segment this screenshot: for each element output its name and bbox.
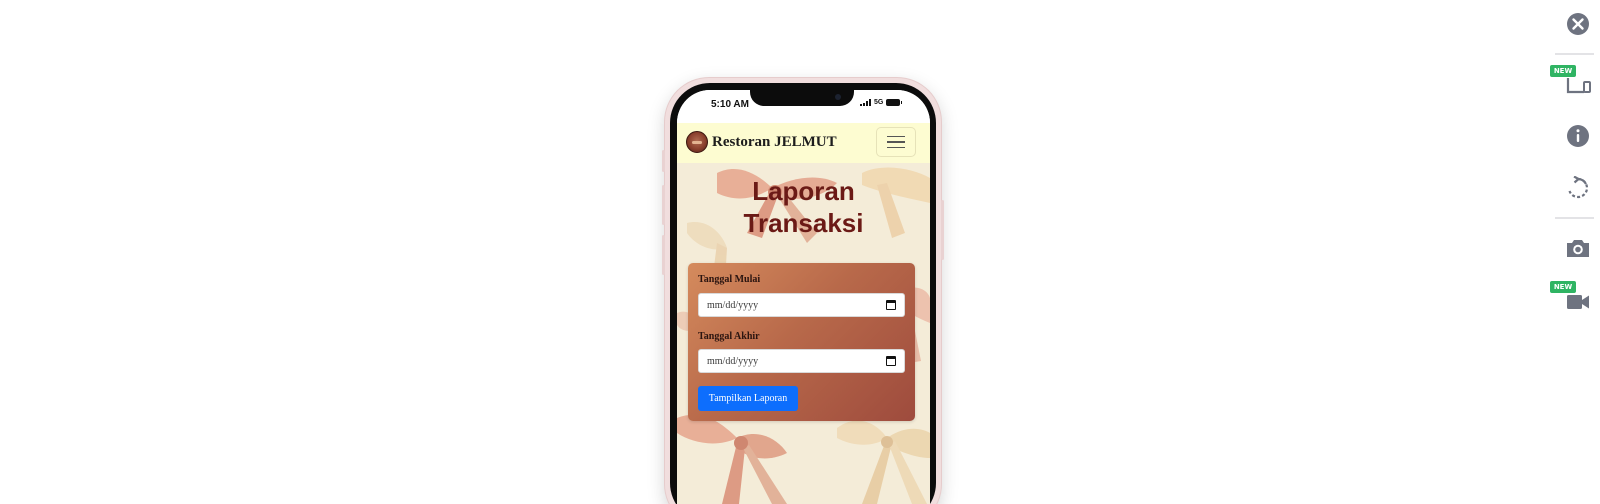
toolbar-divider: [1555, 53, 1594, 55]
end-date-input[interactable]: mm/dd/yyyy: [698, 349, 905, 373]
end-date-placeholder: mm/dd/yyyy: [707, 356, 759, 367]
phone-notch: [750, 90, 854, 106]
navbar-toggler-button[interactable]: [876, 127, 916, 157]
status-indicators: 5G: [860, 99, 903, 106]
phone-screen: 5:10 AM 5G Restoran JELMUT Laporan Trans…: [677, 90, 930, 504]
page-title-line1: Laporan: [752, 176, 855, 206]
calendar-icon[interactable]: [886, 356, 896, 366]
restaurant-logo-icon[interactable]: [686, 131, 708, 153]
status-bar: 5:10 AM 5G: [677, 90, 930, 123]
screenshot-button[interactable]: [1564, 234, 1592, 262]
phone-power-button: [941, 200, 944, 260]
page-title: Laporan Transaksi: [677, 175, 930, 239]
signal-icon: [860, 99, 871, 106]
report-filter-form: Tanggal Mulai mm/dd/yyyy Tanggal Akhir m…: [688, 263, 915, 421]
hamburger-menu-icon: [887, 135, 905, 138]
page-title-line2: Transaksi: [743, 208, 864, 238]
toolbar-divider: [1555, 217, 1594, 219]
phone-side-button: [662, 150, 665, 172]
end-date-label: Tanggal Akhir: [698, 331, 760, 342]
rotate-icon: [1568, 176, 1589, 199]
phone-side-button: [662, 235, 665, 275]
navbar-brand[interactable]: Restoran JELMUT: [712, 134, 837, 151]
device-button[interactable]: [1564, 70, 1592, 98]
info-icon: [1567, 125, 1589, 147]
device-icon: [1566, 78, 1591, 94]
main-content: Laporan Transaksi Tanggal Mulai mm/dd/yy…: [677, 163, 930, 504]
rotate-button[interactable]: [1564, 174, 1592, 202]
front-camera-icon: [835, 94, 841, 100]
video-icon: [1567, 295, 1589, 309]
battery-icon: [886, 99, 903, 106]
status-time: 5:10 AM: [711, 99, 749, 110]
show-report-button[interactable]: Tampilkan Laporan: [698, 386, 798, 411]
start-date-label: Tanggal Mulai: [698, 274, 761, 285]
calendar-icon[interactable]: [886, 300, 896, 310]
start-date-placeholder: mm/dd/yyyy: [707, 300, 759, 311]
camera-icon: [1567, 240, 1589, 257]
close-button[interactable]: [1564, 10, 1592, 38]
close-icon: [1567, 13, 1589, 35]
record-video-button[interactable]: [1564, 288, 1592, 316]
navbar: Restoran JELMUT: [677, 123, 930, 163]
start-date-input[interactable]: mm/dd/yyyy: [698, 293, 905, 317]
phone-side-button: [662, 185, 665, 225]
info-button[interactable]: [1564, 122, 1592, 150]
network-type: 5G: [874, 99, 884, 106]
